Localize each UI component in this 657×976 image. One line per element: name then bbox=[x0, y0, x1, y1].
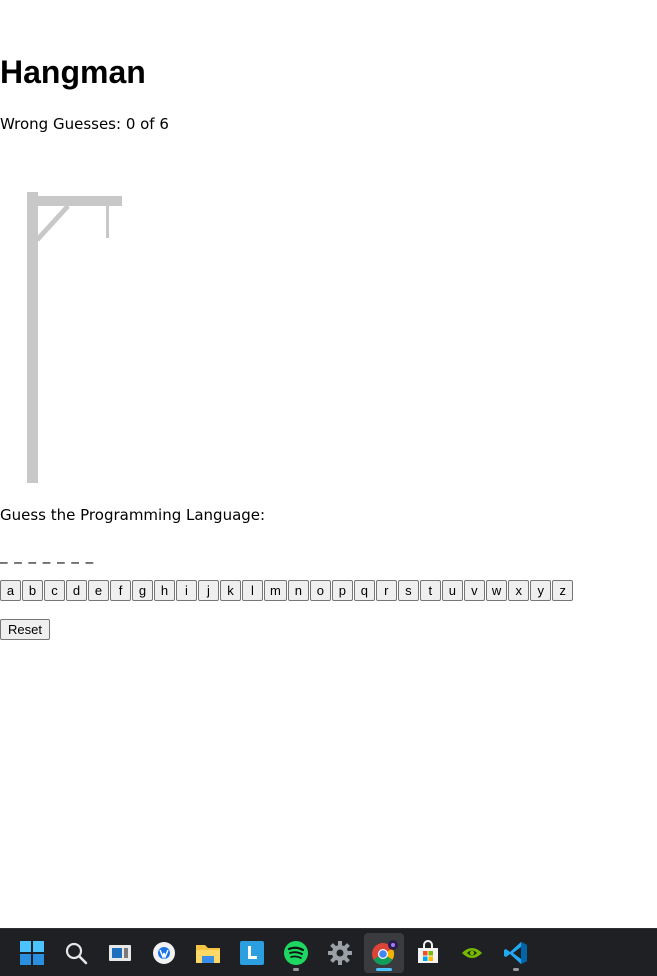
active-indicator bbox=[376, 968, 392, 971]
running-indicator bbox=[293, 968, 299, 971]
page-title: Hangman bbox=[0, 54, 146, 90]
windows-start-icon bbox=[20, 941, 44, 965]
hangman-page: Hangman Wrong Guesses: 0 of 6 Guess the … bbox=[0, 0, 657, 928]
letter-button-z[interactable]: z bbox=[552, 580, 574, 601]
letter-button-m[interactable]: m bbox=[264, 580, 287, 601]
letter-button-f[interactable]: f bbox=[110, 580, 131, 601]
letter-button-v[interactable]: v bbox=[463, 580, 485, 601]
taskbar-chrome[interactable] bbox=[364, 933, 404, 973]
taskbar-start-button[interactable] bbox=[12, 933, 52, 973]
spotify-icon bbox=[284, 941, 308, 965]
taskbar-l-app[interactable] bbox=[232, 933, 272, 973]
file-explorer-icon bbox=[196, 945, 220, 963]
letter-button-j[interactable]: j bbox=[198, 580, 219, 601]
letter-button-n[interactable]: n bbox=[287, 580, 309, 601]
letter-button-t[interactable]: t bbox=[419, 580, 441, 601]
gallows-post bbox=[27, 192, 38, 483]
taskbar-task-view-button[interactable] bbox=[100, 933, 140, 973]
letter-button-l[interactable]: l bbox=[242, 580, 263, 601]
letter-button-c[interactable]: c bbox=[44, 580, 65, 601]
letter-button-y[interactable]: y bbox=[530, 580, 552, 601]
letter-button-h[interactable]: h bbox=[154, 580, 175, 601]
gallows-brace bbox=[35, 204, 70, 242]
letter-button-g[interactable]: g bbox=[132, 580, 153, 601]
windows-taskbar bbox=[0, 928, 657, 976]
letter-button-b[interactable]: b bbox=[22, 580, 43, 601]
letter-button-s[interactable]: s bbox=[397, 580, 419, 601]
letter-button-x[interactable]: x bbox=[508, 580, 530, 601]
settings-gear-icon bbox=[328, 941, 352, 965]
letter-button-q[interactable]: q bbox=[353, 580, 375, 601]
chrome-icon bbox=[372, 940, 398, 965]
letter-button-a[interactable]: a bbox=[0, 580, 21, 601]
gallows-rope bbox=[106, 206, 109, 238]
letter-button-w[interactable]: w bbox=[485, 580, 508, 601]
letter-button-e[interactable]: e bbox=[88, 580, 109, 601]
vscode-icon bbox=[504, 942, 527, 964]
letter-button-p[interactable]: p bbox=[331, 580, 353, 601]
word-blanks: _ _ _ _ _ _ _ bbox=[0, 546, 95, 564]
gallows-beam bbox=[27, 196, 122, 206]
letter-keyboard: abcdefghijklmnopqrstuvwxyz bbox=[0, 580, 574, 601]
taskbar-microsoft-store[interactable] bbox=[408, 933, 448, 973]
letter-button-k[interactable]: k bbox=[220, 580, 241, 601]
letter-button-o[interactable]: o bbox=[309, 580, 331, 601]
letter-button-r[interactable]: r bbox=[375, 580, 397, 601]
taskbar-app-widgets[interactable] bbox=[144, 933, 184, 973]
task-view-icon bbox=[109, 945, 131, 961]
l-app-icon bbox=[240, 941, 264, 965]
taskbar-search-button[interactable] bbox=[56, 933, 96, 973]
widgets-app-icon bbox=[153, 942, 175, 964]
microsoft-store-icon bbox=[418, 940, 438, 963]
taskbar-nvidia[interactable] bbox=[452, 933, 492, 973]
letter-button-i[interactable]: i bbox=[176, 580, 197, 601]
taskbar-vscode[interactable] bbox=[496, 933, 536, 973]
search-icon bbox=[65, 942, 88, 965]
nvidia-icon bbox=[462, 948, 482, 958]
gallows-drawing bbox=[27, 192, 122, 483]
reset-button[interactable]: Reset bbox=[0, 619, 50, 640]
running-indicator bbox=[513, 968, 519, 971]
letter-button-d[interactable]: d bbox=[66, 580, 87, 601]
taskbar-spotify[interactable] bbox=[276, 933, 316, 973]
wrong-guesses-counter: Wrong Guesses: 0 of 6 bbox=[0, 115, 169, 133]
guess-prompt: Guess the Programming Language: bbox=[0, 506, 266, 524]
taskbar-file-explorer[interactable] bbox=[188, 933, 228, 973]
taskbar-settings[interactable] bbox=[320, 933, 360, 973]
letter-button-u[interactable]: u bbox=[441, 580, 463, 601]
